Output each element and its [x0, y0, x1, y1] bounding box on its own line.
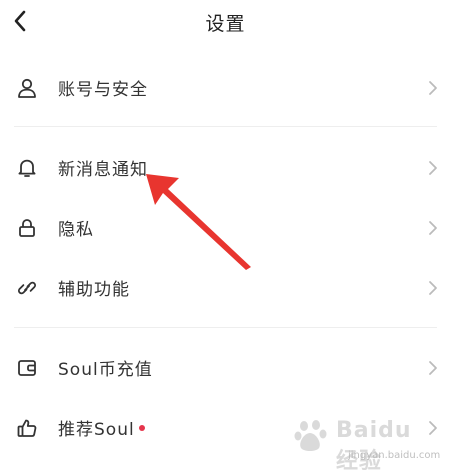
- header-bar: 设置: [0, 0, 451, 44]
- new-badge-dot: [138, 425, 145, 431]
- link-icon: [14, 275, 40, 301]
- settings-item-label: 隐私: [58, 220, 94, 240]
- settings-item-account-security[interactable]: 账号与安全: [0, 60, 451, 116]
- settings-item-accessibility[interactable]: 辅助功能: [0, 260, 451, 316]
- wallet-icon: [14, 355, 40, 381]
- chevron-right-icon: [429, 281, 437, 295]
- settings-item-label: Soul币充值: [58, 360, 153, 380]
- chevron-right-icon: [429, 361, 437, 375]
- lock-icon: [14, 215, 40, 241]
- settings-item-label-text: 推荐Soul: [58, 420, 135, 440]
- settings-item-notifications[interactable]: 新消息通知: [0, 140, 451, 196]
- chevron-right-icon: [429, 161, 437, 175]
- chevron-right-icon: [429, 81, 437, 95]
- settings-item-recommend-soul[interactable]: 推荐Soul: [0, 400, 451, 456]
- chevron-right-icon: [429, 421, 437, 435]
- settings-item-label: 辅助功能: [58, 280, 130, 300]
- bell-icon: [14, 155, 40, 181]
- settings-item-label: 新消息通知: [58, 160, 148, 180]
- section-divider: [14, 126, 437, 127]
- settings-item-label: 账号与安全: [58, 80, 148, 100]
- chevron-right-icon: [429, 221, 437, 235]
- page-title: 设置: [205, 13, 246, 35]
- settings-item-soul-coin-recharge[interactable]: Soul币充值: [0, 340, 451, 396]
- user-icon: [14, 75, 40, 101]
- settings-item-privacy[interactable]: 隐私: [0, 200, 451, 256]
- settings-item-label: 推荐Soul: [58, 415, 145, 440]
- section-divider: [14, 327, 437, 328]
- thumbs-up-icon: [14, 415, 40, 441]
